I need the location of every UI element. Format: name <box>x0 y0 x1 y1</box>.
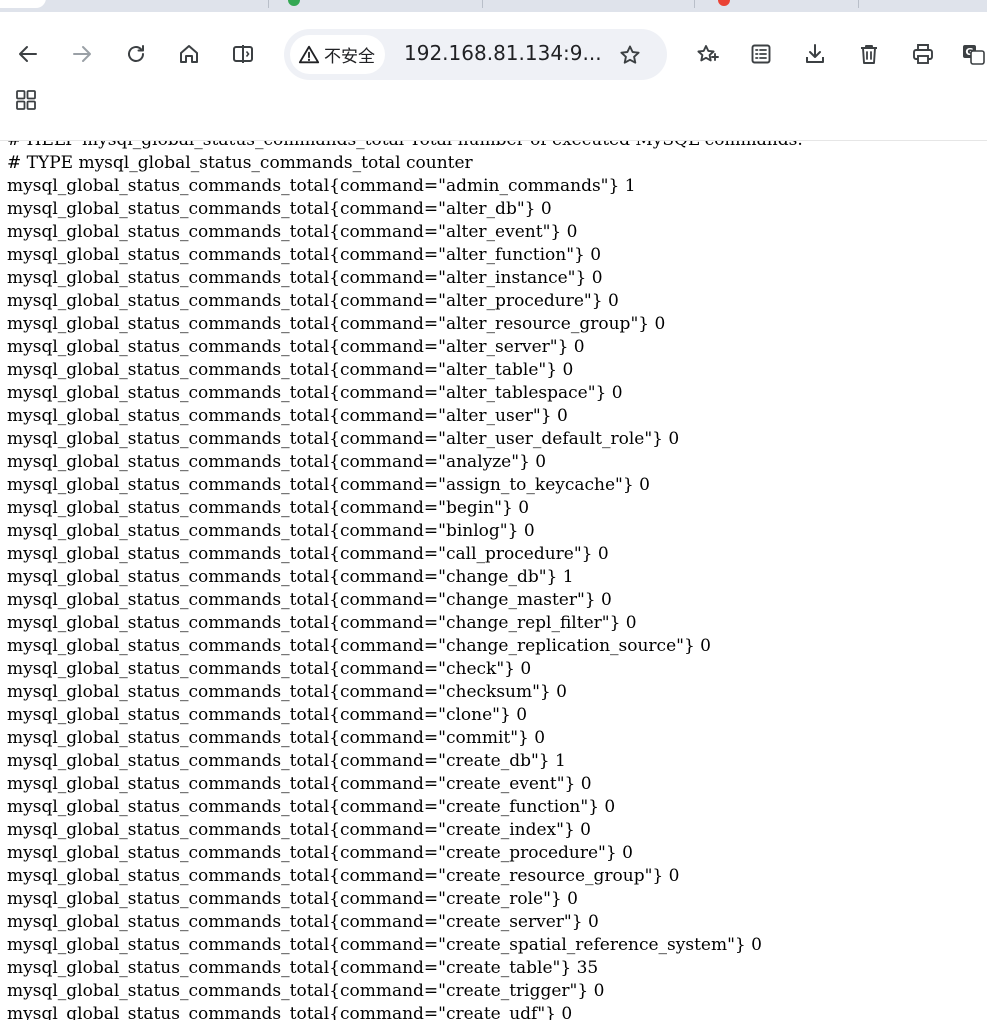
active-tab[interactable] <box>0 0 46 8</box>
metric-line: mysql_global_status_commands_total{comma… <box>7 958 599 978</box>
metric-line: mysql_global_status_commands_total{comma… <box>7 912 599 932</box>
metric-line: mysql_global_status_commands_total{comma… <box>7 498 530 518</box>
forward-button[interactable] <box>64 36 100 72</box>
browser-toolbar: 不安全 192.168.81.134:9... G <box>0 12 987 100</box>
metric-line: mysql_global_status_commands_total{comma… <box>7 268 603 288</box>
metric-line: mysql_global_status_commands_total{comma… <box>7 521 535 541</box>
page-content: # HELP mysql_global_status_commands_tota… <box>0 140 987 1020</box>
home-icon <box>180 45 198 63</box>
metric-line: mysql_global_status_commands_total{comma… <box>7 981 605 1001</box>
metrics-text: # HELP mysql_global_status_commands_tota… <box>7 140 803 1020</box>
star-outline-icon <box>620 45 640 64</box>
tab-separator <box>858 0 859 8</box>
metric-line: mysql_global_status_commands_total{comma… <box>7 452 547 472</box>
tab-strip <box>0 0 987 12</box>
reload-button[interactable] <box>118 36 154 72</box>
warning-triangle-icon <box>298 45 320 63</box>
metric-line: # HELP mysql_global_status_commands_tota… <box>7 140 803 150</box>
tab-favicon-icon <box>718 0 730 6</box>
metric-line: mysql_global_status_commands_total{comma… <box>7 590 612 610</box>
metric-line: mysql_global_status_commands_total{comma… <box>7 705 528 725</box>
favorites-star-icon <box>697 45 719 62</box>
metric-line: mysql_global_status_commands_total{comma… <box>7 728 546 748</box>
metric-line: mysql_global_status_commands_total{comma… <box>7 222 578 242</box>
metric-line: mysql_global_status_commands_total{comma… <box>7 475 650 495</box>
delete-button[interactable] <box>851 36 887 72</box>
tab-separator <box>482 0 483 8</box>
metric-line: mysql_global_status_commands_total{comma… <box>7 1004 573 1020</box>
metric-line: mysql_global_status_commands_total{comma… <box>7 360 574 380</box>
metric-line: mysql_global_status_commands_total{comma… <box>7 429 680 449</box>
metric-line: mysql_global_status_commands_total{comma… <box>7 889 578 909</box>
metric-line: mysql_global_status_commands_total{comma… <box>7 613 637 633</box>
metric-line: mysql_global_status_commands_total{comma… <box>7 659 532 679</box>
metric-line: mysql_global_status_commands_total{comma… <box>7 682 567 702</box>
trash-icon <box>861 45 877 64</box>
metric-line: mysql_global_status_commands_total{comma… <box>7 843 633 863</box>
translate-button[interactable]: G <box>955 36 987 72</box>
metric-line: mysql_global_status_commands_total{comma… <box>7 751 566 771</box>
metric-line: # TYPE mysql_global_status_commands_tota… <box>7 153 473 173</box>
metric-line: mysql_global_status_commands_total{comma… <box>7 337 585 357</box>
home-button[interactable] <box>171 36 207 72</box>
translate-icon: G <box>963 45 985 65</box>
apps-button[interactable] <box>8 82 44 118</box>
metric-line: mysql_global_status_commands_total{comma… <box>7 797 616 817</box>
printer-icon <box>913 44 933 64</box>
metric-line: mysql_global_status_commands_total{comma… <box>7 245 602 265</box>
reading-list-icon <box>751 44 771 64</box>
tab-favicon-icon <box>288 0 300 6</box>
metric-line: mysql_global_status_commands_total{comma… <box>7 866 680 886</box>
split-view-button[interactable] <box>225 36 261 72</box>
metric-line: mysql_global_status_commands_total{comma… <box>7 567 574 587</box>
split-view-icon <box>233 45 253 63</box>
security-indicator[interactable]: 不安全 <box>290 35 385 74</box>
forward-arrow-icon <box>73 46 91 62</box>
metric-line: mysql_global_status_commands_total{comma… <box>7 636 711 656</box>
reading-list-button[interactable] <box>743 36 779 72</box>
apps-grid-icon <box>16 90 36 110</box>
security-label: 不安全 <box>324 47 375 67</box>
metric-line: mysql_global_status_commands_total{comma… <box>7 199 552 219</box>
url-text[interactable]: 192.168.81.134:9... <box>404 41 602 65</box>
address-bar[interactable]: 不安全 192.168.81.134:9... <box>284 29 667 80</box>
favorites-button[interactable] <box>689 36 725 72</box>
bookmark-button[interactable] <box>612 37 648 73</box>
metric-line: mysql_global_status_commands_total{comma… <box>7 176 636 196</box>
tab-separator <box>694 0 695 8</box>
downloads-button[interactable] <box>797 36 833 72</box>
reload-icon <box>128 45 144 62</box>
metric-line: mysql_global_status_commands_total{comma… <box>7 935 762 955</box>
back-arrow-icon <box>19 46 37 62</box>
metric-line: mysql_global_status_commands_total{comma… <box>7 406 568 426</box>
back-button[interactable] <box>10 36 46 72</box>
metric-line: mysql_global_status_commands_total{comma… <box>7 383 623 403</box>
metric-line: mysql_global_status_commands_total{comma… <box>7 314 666 334</box>
tab-separator <box>268 0 269 8</box>
print-button[interactable] <box>905 36 941 72</box>
download-icon <box>806 44 824 63</box>
metric-line: mysql_global_status_commands_total{comma… <box>7 774 592 794</box>
metric-line: mysql_global_status_commands_total{comma… <box>7 291 619 311</box>
metric-line: mysql_global_status_commands_total{comma… <box>7 544 609 564</box>
metric-line: mysql_global_status_commands_total{comma… <box>7 820 591 840</box>
